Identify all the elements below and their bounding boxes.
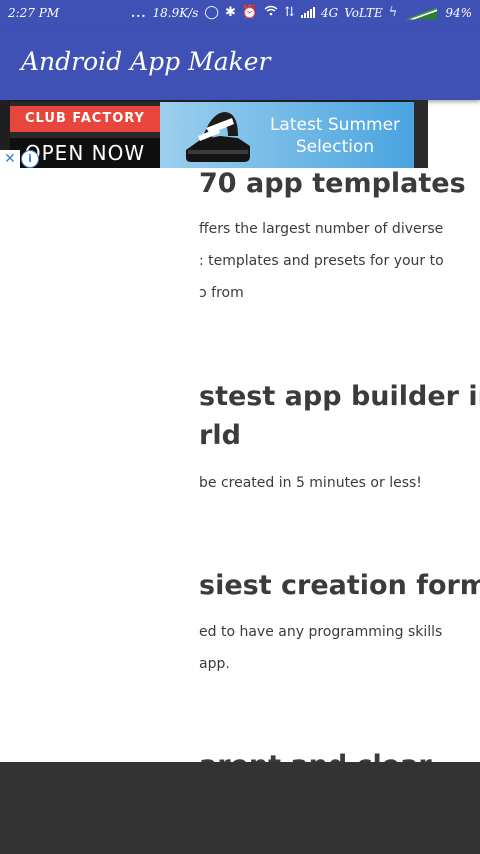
signal-icon [300, 7, 315, 18]
ad-headline: Latest Summer Selection [260, 114, 410, 158]
data-arrows-icon: ⇅ [284, 5, 295, 20]
toolbar-title: Android App Maker [21, 47, 271, 76]
section-text: : templates and presets for your to [199, 253, 444, 269]
bottom-bar [0, 762, 480, 854]
ad-close-icon[interactable]: ✕ [0, 150, 20, 168]
section-heading: arent and clear [199, 746, 480, 762]
section-text: ffers the largest number of diverse [199, 221, 444, 237]
alarm-icon: ⏰ [241, 5, 259, 20]
section-text: ɔ from [199, 285, 244, 301]
ad-creative[interactable]: Latest Summer Selection [160, 102, 414, 168]
section-heading: rld [199, 420, 241, 451]
ad-edge [414, 100, 428, 168]
volte-label: VoLTE [344, 5, 383, 20]
status-dots: ... [130, 5, 147, 20]
sandal-image [186, 112, 250, 162]
status-bar: 2:27 PM ... 18.9K/s ◯ ✱ ⏰ ⇅ 4G VoLTE ϟ 9… [0, 0, 480, 27]
network-type: 4G [320, 5, 339, 20]
content-area[interactable]: 70 app templates ffers the largest numbe… [0, 100, 480, 762]
section-heading: 70 app templates [199, 168, 466, 199]
status-icons: ... 18.9K/s ◯ ✱ ⏰ ⇅ 4G VoLTE ϟ 94% [131, 5, 472, 20]
ring-icon: ◯ [204, 5, 219, 20]
battery-percent: 94% [445, 5, 472, 20]
section-heading: stest app builder in [199, 381, 480, 412]
section-heading: siest creation form [199, 570, 480, 601]
section-text: app. [199, 656, 230, 672]
section-text: be created in 5 minutes or less! [199, 475, 422, 491]
battery-icon [403, 6, 439, 20]
charging-icon: ϟ [388, 5, 398, 20]
bluetooth-icon: ✱ [224, 5, 236, 20]
app-toolbar: Android App Maker [0, 27, 480, 100]
ad-info-icon[interactable]: i [21, 150, 39, 168]
status-time: 2:27 PM [8, 6, 60, 20]
wifi-icon [264, 5, 278, 20]
section-text: ed to have any programming skills [199, 624, 443, 640]
ad-headline-line: Latest Summer [269, 115, 401, 135]
network-speed: 18.9K/s [152, 5, 199, 20]
ad-headline-line: Selection [295, 137, 375, 157]
ad-banner[interactable]: CLUB FACTORY OPEN NOW Latest Summer Sele… [0, 100, 428, 168]
ad-brand: CLUB FACTORY [10, 106, 160, 132]
